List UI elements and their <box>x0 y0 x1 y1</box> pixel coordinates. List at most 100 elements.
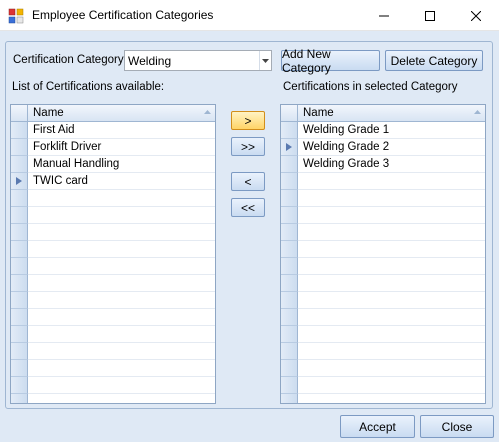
maximize-button[interactable] <box>407 0 453 31</box>
row-selector[interactable] <box>11 207 28 224</box>
empty-table-row <box>281 343 485 360</box>
add-new-category-button[interactable]: Add New Category <box>281 47 380 75</box>
row-selector[interactable] <box>281 122 298 139</box>
empty-table-row <box>281 377 485 394</box>
column-header-name[interactable]: Name <box>303 107 334 119</box>
row-selector[interactable] <box>11 309 28 326</box>
empty-table-row <box>281 224 485 241</box>
name-cell[interactable]: Welding Grade 2 <box>303 141 389 153</box>
empty-table-row <box>11 258 215 275</box>
row-selector[interactable] <box>11 377 28 394</box>
name-cell[interactable]: Manual Handling <box>33 158 119 170</box>
close-window-button[interactable] <box>453 0 499 31</box>
empty-table-row <box>281 190 485 207</box>
row-selector[interactable] <box>11 156 28 173</box>
row-selector[interactable] <box>281 360 298 377</box>
sort-ascending-icon <box>204 110 211 114</box>
grid-header: Name <box>11 105 215 122</box>
row-selector[interactable] <box>281 156 298 173</box>
available-certifications-grid[interactable]: Name First Aid Forklift Driver Manual Hand… <box>10 104 216 404</box>
maximize-icon <box>425 10 435 21</box>
table-row[interactable]: Manual Handling <box>11 156 215 173</box>
empty-table-row <box>11 377 215 394</box>
category-select[interactable]: Welding <box>124 50 272 71</box>
name-cell[interactable]: Forklift Driver <box>33 141 101 153</box>
move-all-right-button[interactable]: >> <box>231 137 265 156</box>
row-selector[interactable] <box>11 275 28 292</box>
empty-table-row <box>281 275 485 292</box>
dialog-body: Certification Category Welding Add New C… <box>0 31 499 442</box>
table-row[interactable]: Welding Grade 1 <box>281 122 485 139</box>
empty-table-row <box>281 207 485 224</box>
empty-table-row <box>281 258 485 275</box>
empty-table-row <box>281 292 485 309</box>
close-button[interactable]: Close <box>420 415 494 438</box>
column-header-name[interactable]: Name <box>33 107 64 119</box>
row-selector[interactable] <box>11 258 28 275</box>
app-grid-icon <box>8 8 24 24</box>
available-rows: First Aid Forklift Driver Manual Handling T… <box>11 122 215 403</box>
main-panel: Certification Category Welding Add New C… <box>5 41 493 409</box>
close-icon <box>471 10 481 21</box>
row-selector[interactable] <box>281 139 298 156</box>
row-selector[interactable] <box>281 326 298 343</box>
window-title: Employee Certification Categories <box>32 8 214 22</box>
row-selector[interactable] <box>11 173 28 190</box>
empty-table-row <box>11 224 215 241</box>
row-selector[interactable] <box>281 275 298 292</box>
selected-rows: Welding Grade 1 Welding Grade 2 Welding Gr… <box>281 122 485 403</box>
row-selector[interactable] <box>11 139 28 156</box>
empty-table-row <box>281 360 485 377</box>
row-selector[interactable] <box>281 173 298 190</box>
row-selector[interactable] <box>281 292 298 309</box>
move-one-left-button[interactable]: < <box>231 172 265 191</box>
delete-category-button[interactable]: Delete Category <box>385 50 483 71</box>
category-label: Certification Category <box>13 54 124 66</box>
title-bar: Employee Certification Categories <box>0 0 499 31</box>
row-selector[interactable] <box>11 241 28 258</box>
table-row[interactable]: First Aid <box>11 122 215 139</box>
sort-ascending-icon <box>474 110 481 114</box>
accept-button[interactable]: Accept <box>340 415 415 438</box>
empty-table-row <box>281 394 485 403</box>
row-selector[interactable] <box>11 394 28 403</box>
row-selector[interactable] <box>11 292 28 309</box>
row-selector[interactable] <box>281 309 298 326</box>
row-selector[interactable] <box>11 326 28 343</box>
empty-table-row <box>11 394 215 403</box>
category-select-value: Welding <box>128 54 172 68</box>
row-selector[interactable] <box>11 190 28 207</box>
table-row[interactable]: Welding Grade 2 <box>281 139 485 156</box>
row-selector[interactable] <box>281 377 298 394</box>
row-selector[interactable] <box>281 394 298 403</box>
table-row[interactable]: Welding Grade 3 <box>281 156 485 173</box>
empty-table-row <box>11 207 215 224</box>
selected-certifications-grid[interactable]: Name Welding Grade 1 Welding Grade 2 Weldi… <box>280 104 486 404</box>
name-cell[interactable]: Welding Grade 3 <box>303 158 389 170</box>
row-selector[interactable] <box>11 360 28 377</box>
empty-table-row <box>11 309 215 326</box>
table-row[interactable]: Forklift Driver <box>11 139 215 156</box>
row-selector[interactable] <box>281 258 298 275</box>
row-selector[interactable] <box>11 224 28 241</box>
grid-header: Name <box>281 105 485 122</box>
minimize-button[interactable] <box>361 0 407 31</box>
name-cell[interactable]: TWIC card <box>33 175 88 187</box>
empty-table-row <box>281 241 485 258</box>
chevron-down-icon[interactable] <box>259 51 271 70</box>
move-one-right-button[interactable]: > <box>231 111 265 130</box>
row-selector[interactable] <box>281 241 298 258</box>
table-row[interactable]: TWIC card <box>11 173 215 190</box>
name-cell[interactable]: First Aid <box>33 124 75 136</box>
move-all-left-button[interactable]: << <box>231 198 265 217</box>
empty-table-row <box>11 190 215 207</box>
row-selector[interactable] <box>11 122 28 139</box>
row-selector[interactable] <box>281 207 298 224</box>
row-selector[interactable] <box>11 343 28 360</box>
name-cell[interactable]: Welding Grade 1 <box>303 124 389 136</box>
header-selector <box>11 105 28 121</box>
row-selector[interactable] <box>281 343 298 360</box>
empty-table-row <box>281 173 485 190</box>
row-selector[interactable] <box>281 224 298 241</box>
row-selector[interactable] <box>281 190 298 207</box>
